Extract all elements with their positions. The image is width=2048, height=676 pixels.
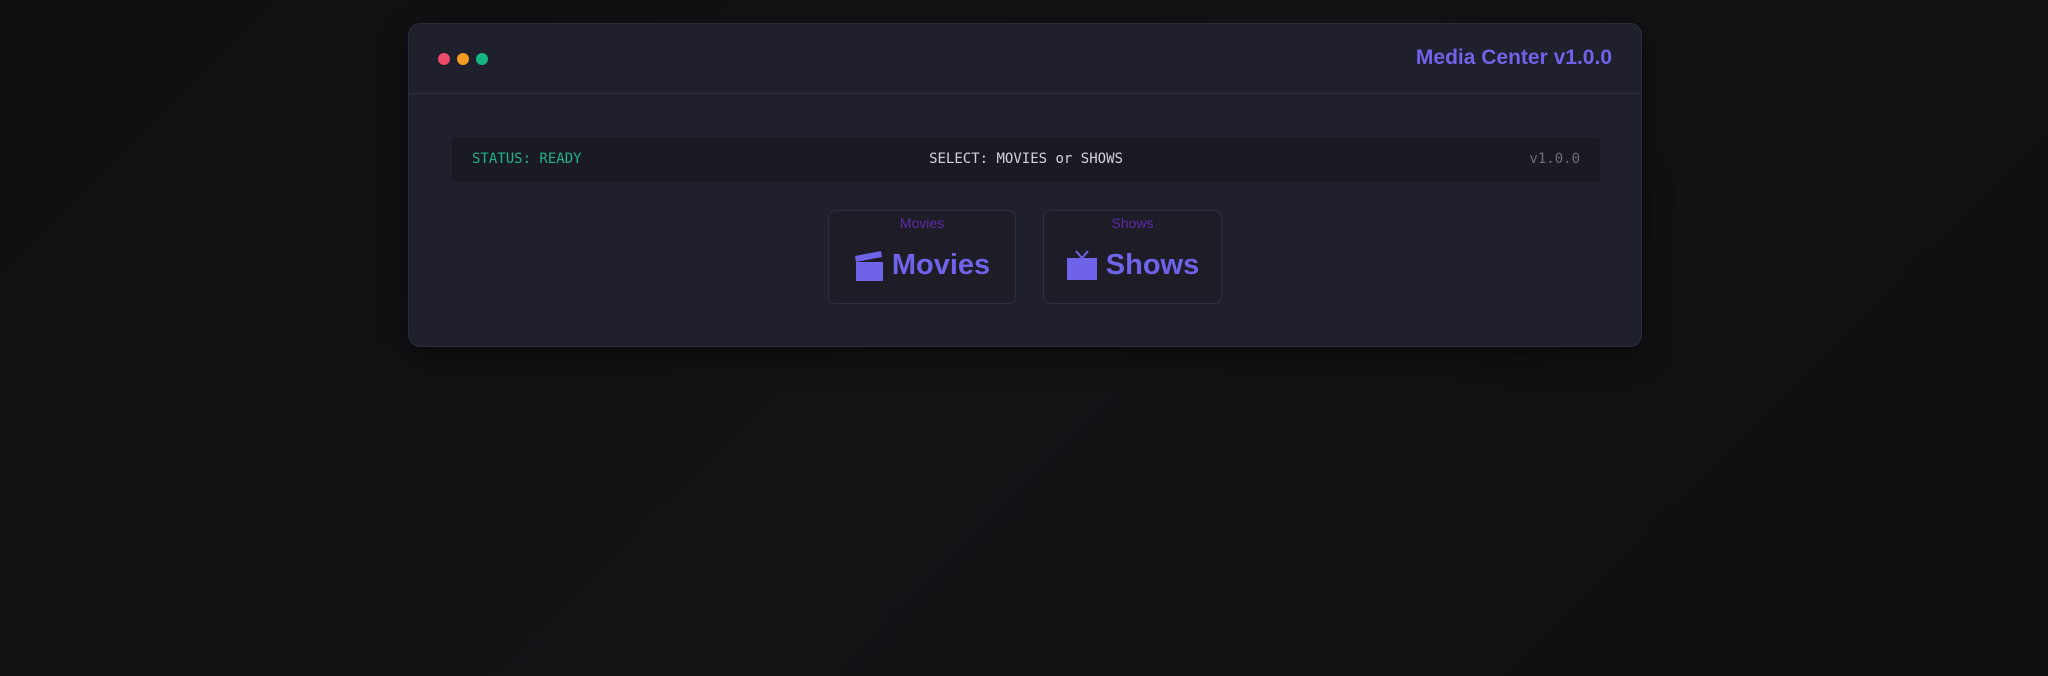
clapperboard-icon	[854, 250, 884, 282]
shows-caption: Shows	[1111, 215, 1154, 231]
shows-button[interactable]: Shows Shows	[1043, 210, 1222, 304]
media-center-window: Media Center v1.0.0 STATUS: READY SELECT…	[408, 23, 1642, 347]
selection-prompt: SELECT: MOVIES or SHOWS	[929, 151, 1123, 167]
movies-button-content: Movies	[829, 249, 1015, 282]
movies-caption: Movies	[899, 215, 945, 231]
movies-label: Movies	[891, 249, 991, 281]
window-controls	[438, 53, 488, 65]
maximize-window-button[interactable]	[476, 53, 488, 65]
status-bar: STATUS: READY SELECT: MOVIES or SHOWS v1…	[452, 137, 1600, 182]
app-title: Media Center v1.0.0	[1415, 46, 1612, 69]
close-window-button[interactable]	[438, 53, 450, 65]
shows-label: Shows	[1105, 249, 1200, 281]
minimize-window-button[interactable]	[457, 53, 469, 65]
version-label: v1.0.0	[1529, 151, 1580, 167]
tv-icon	[1066, 249, 1098, 282]
movies-button[interactable]: Movies Movies	[828, 210, 1016, 304]
shows-button-content: Shows	[1044, 249, 1221, 282]
title-bar: Media Center v1.0.0	[409, 24, 1641, 94]
